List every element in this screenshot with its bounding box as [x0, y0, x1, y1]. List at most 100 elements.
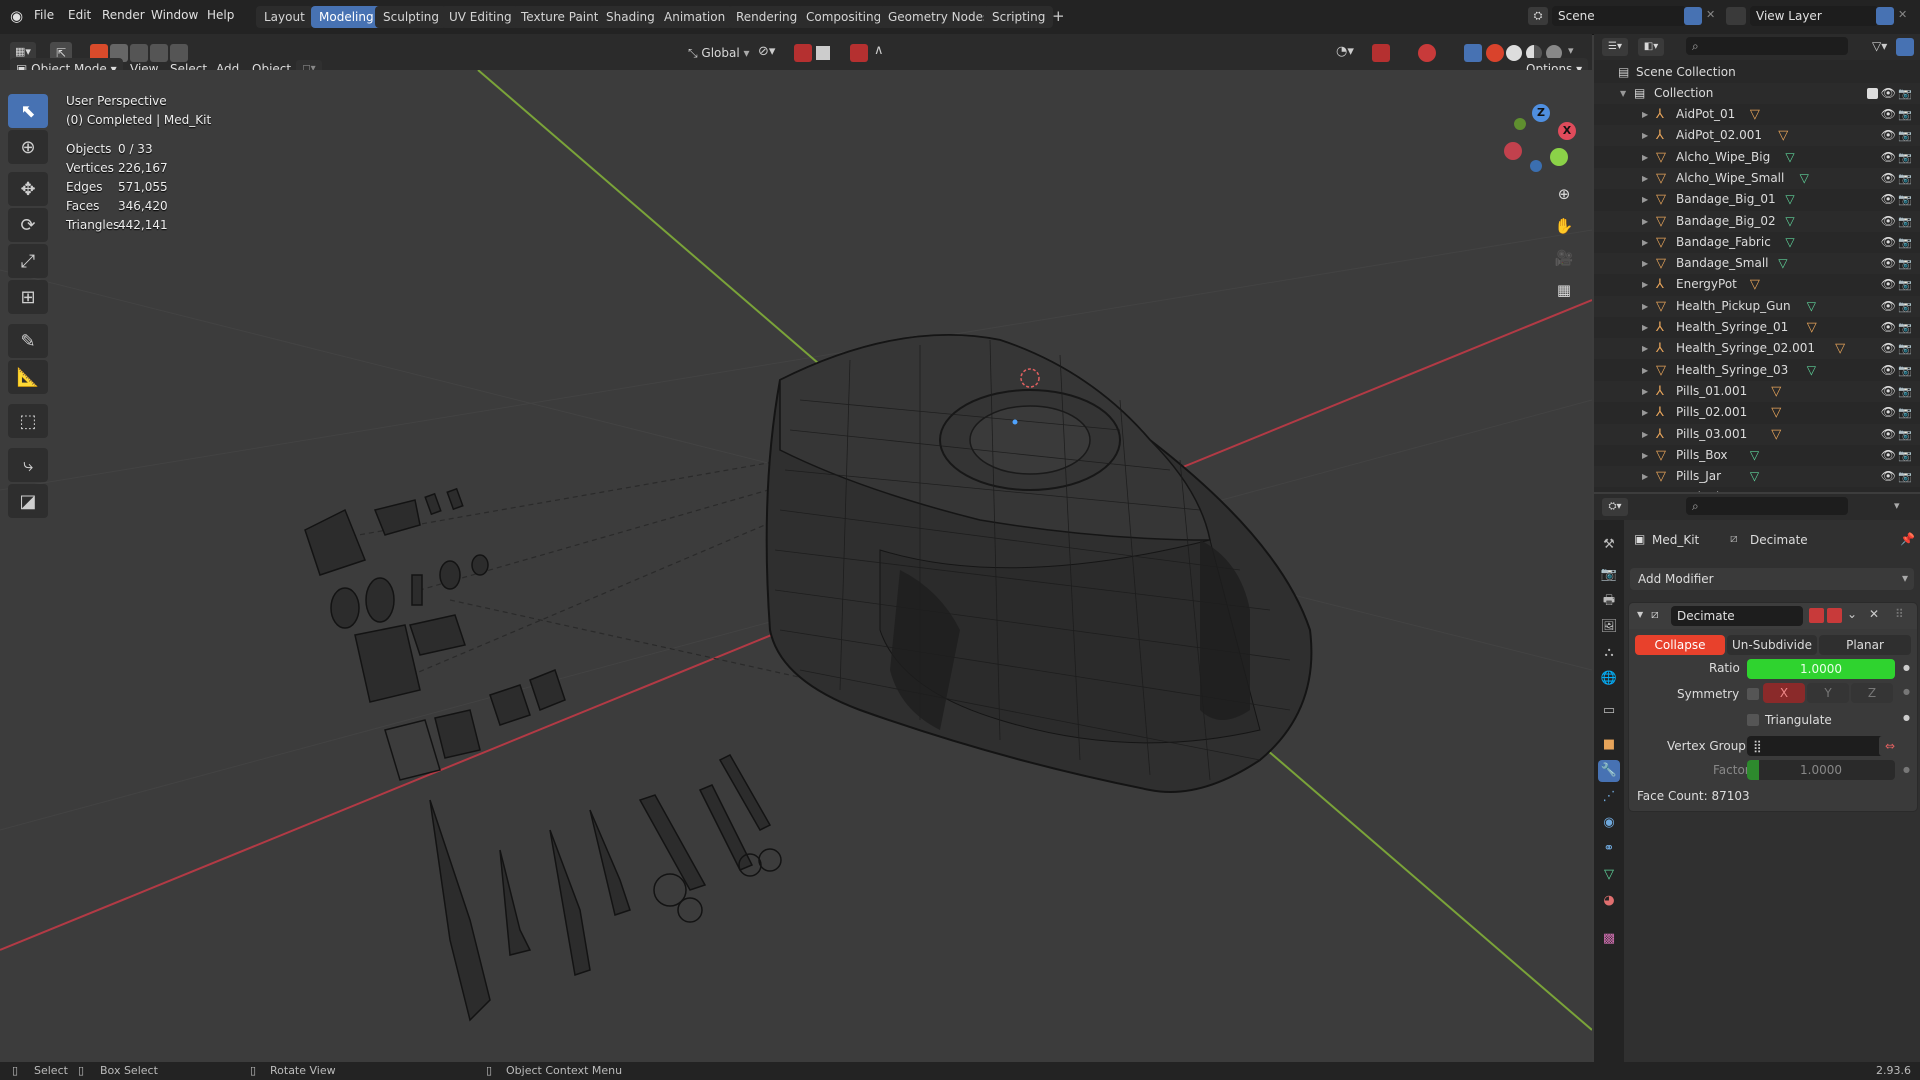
output-tab-icon[interactable]: 🖶 [1598, 590, 1620, 612]
tab-modeling[interactable]: Modeling [311, 6, 382, 28]
tab-layout[interactable]: Layout [256, 6, 313, 28]
outliner-item-row[interactable]: ▶ ▽ Health_Pickup_Gun ▽ 👁 📷 [1594, 295, 1920, 317]
invert-vertex-group-icon[interactable]: ⇔ [1879, 736, 1901, 756]
tab-geometry-nodes[interactable]: Geometry Nodes [880, 6, 998, 28]
tab-compositing[interactable]: Compositing [798, 6, 890, 28]
mode-collapse-button[interactable]: Collapse [1635, 635, 1725, 655]
menu-window[interactable]: Window [151, 8, 198, 22]
eye-icon[interactable]: 👁 [1881, 402, 1896, 423]
cursor-tool-icon[interactable]: ⊕ [8, 130, 48, 164]
expand-triangle-icon[interactable]: ▶ [1642, 232, 1648, 253]
outliner-item-row[interactable]: ▶ ⅄ EnergyPot ▽ 👁 📷 [1594, 274, 1920, 295]
particles-tab-icon[interactable]: ⋰ [1598, 786, 1620, 808]
physics-tab-icon[interactable]: ◉ [1598, 812, 1620, 834]
outliner-item-row[interactable]: ▶ ⅄ AidPot_01 ▽ 👁 📷 [1594, 104, 1920, 125]
expand-triangle-icon[interactable]: ▶ [1642, 104, 1648, 125]
modifier-name-input[interactable]: Decimate [1671, 606, 1803, 626]
outliner-item-row[interactable]: ▶ ⅄ Health_Syringe_01 ▽ 👁 📷 [1594, 317, 1920, 338]
keyframe-dot-icon[interactable]: ● [1903, 765, 1910, 774]
tab-scripting[interactable]: Scripting [984, 6, 1054, 28]
modifier-tab-icon[interactable]: 🔧 [1598, 760, 1620, 782]
mode-unsubdivide-button[interactable]: Un-Subdivide [1727, 635, 1817, 655]
collection-checkbox-icon[interactable] [1867, 88, 1878, 99]
outliner-item-row[interactable]: ▶ ▽ Alcho_Wipe_Small ▽ 👁 📷 [1594, 167, 1920, 189]
camera-icon[interactable]: 📷 [1898, 317, 1912, 338]
expand-triangle-icon[interactable]: ▶ [1642, 381, 1648, 402]
keyframe-dot-icon[interactable]: ● [1903, 663, 1910, 672]
shear-tool-icon[interactable]: ⤷ [8, 448, 48, 482]
measure-tool-icon[interactable]: 📐 [8, 360, 48, 394]
gizmo-neg-y-axis[interactable] [1514, 118, 1526, 130]
tool-tab-icon[interactable]: ⚒ [1598, 534, 1620, 556]
camera-icon[interactable]: 📷 [1898, 274, 1912, 295]
expand-triangle-icon[interactable]: ▶ [1642, 317, 1648, 338]
camera-icon[interactable]: 📷 [1898, 168, 1912, 189]
add-workspace-icon[interactable]: + [1052, 7, 1065, 25]
navigation-gizmo[interactable]: Z X [1500, 100, 1580, 180]
outliner-item-row[interactable]: ▶ ▽ Pills_Jar ▽ 👁 📷 [1594, 466, 1920, 488]
camera-icon[interactable]: 📷 [1898, 253, 1912, 274]
menu-help[interactable]: Help [207, 8, 234, 22]
display-mode-icon[interactable]: ◧▾ [1638, 38, 1664, 56]
eye-icon[interactable]: 👁 [1881, 360, 1896, 381]
factor-slider[interactable]: 1.0000 [1747, 760, 1895, 780]
outliner-item-row[interactable]: ▶ ▽ Health_Syringe_03 ▽ 👁 📷 [1594, 360, 1920, 381]
camera-icon[interactable]: 📷 [1898, 211, 1912, 232]
pin-icon[interactable]: 📌 [1900, 532, 1915, 546]
data-tab-icon[interactable]: ▽ [1598, 864, 1620, 886]
material-tab-icon[interactable]: ◕ [1598, 890, 1620, 912]
expand-triangle-icon[interactable]: ▶ [1642, 253, 1648, 274]
menu-render[interactable]: Render [102, 8, 145, 22]
camera-icon[interactable]: 📷 [1898, 402, 1912, 423]
outliner-item-row[interactable]: ▶ ▽ Bandage_Fabric ▽ 👁 📷 [1594, 232, 1920, 253]
properties-editor-type-icon[interactable]: ⛭▾ [1602, 498, 1628, 516]
tab-uv-editing[interactable]: UV Editing [441, 6, 520, 28]
expand-triangle-icon[interactable]: ▶ [1642, 424, 1648, 445]
eye-icon[interactable]: 👁 [1881, 211, 1896, 232]
new-scene-icon[interactable] [1684, 7, 1702, 25]
tab-texture-paint[interactable]: Texture Paint [513, 6, 607, 28]
transform-tool-icon[interactable]: ⊞ [8, 280, 48, 314]
3d-viewport[interactable]: User Perspective (0) Completed | Med_Kit… [0, 70, 1592, 1062]
outliner-item-row[interactable]: ▶ ⅄ Pills_03.001 ▽ 👁 📷 [1594, 423, 1920, 445]
expand-triangle-icon[interactable]: ▶ [1642, 168, 1648, 189]
scene-type-icon[interactable]: ⛭ [1528, 7, 1548, 25]
view-layer-tab-icon[interactable]: 🖼 [1598, 616, 1620, 638]
eye-icon[interactable]: 👁 [1881, 83, 1896, 104]
camera-icon[interactable]: 📷 [1898, 360, 1912, 381]
outliner-item-row[interactable]: ▶ ▽ Alcho_Wipe_Big ▽ 👁 📷 [1594, 147, 1920, 168]
annotate-tool-icon[interactable]: ✎ [8, 324, 48, 358]
outliner-item-row[interactable]: ▶ ▽ Scalpel ▽ 👁📷 [1594, 487, 1920, 492]
camera-icon[interactable]: 📷 [1898, 296, 1912, 317]
gizmo-y-axis[interactable] [1550, 148, 1568, 166]
tab-animation[interactable]: Animation [656, 6, 734, 28]
gizmo-z-axis[interactable]: Z [1532, 104, 1550, 122]
render-tab-icon[interactable]: 📷 [1598, 564, 1620, 586]
eye-icon[interactable]: 👁 [1881, 147, 1896, 168]
camera-icon[interactable]: 📷 [1898, 83, 1912, 104]
constraints-tab-icon[interactable]: ⚭ [1598, 838, 1620, 860]
scale-tool-icon[interactable]: ⤢ [8, 244, 48, 278]
symmetry-checkbox[interactable] [1747, 688, 1759, 700]
scene-field[interactable]: Scene [1552, 6, 1686, 26]
camera-icon[interactable]: 📷 [1898, 381, 1912, 402]
move-tool-icon[interactable]: ✥ [8, 172, 48, 206]
gizmo-neg-z-axis[interactable] [1530, 160, 1542, 172]
eye-icon[interactable]: 👁 [1881, 381, 1896, 402]
eye-icon[interactable]: 👁 [1881, 232, 1896, 253]
camera-icon[interactable]: 📷 [1898, 445, 1912, 466]
eye-icon[interactable]: 👁 [1881, 125, 1896, 146]
eye-icon[interactable]: 👁 [1881, 253, 1896, 274]
outliner-item-row[interactable]: ▶ ▽ Bandage_Big_01 ▽ 👁 📷 [1594, 189, 1920, 210]
tab-shading[interactable]: Shading [598, 6, 663, 28]
expand-triangle-icon[interactable]: ▶ [1642, 274, 1648, 295]
symmetry-axis-z-button[interactable]: Z [1851, 683, 1893, 703]
camera-icon[interactable]: 📷 [1898, 424, 1912, 445]
eye-icon[interactable]: 👁 [1881, 445, 1896, 466]
drag-handle-icon[interactable]: ⠿ [1895, 607, 1904, 621]
close-view-layer-icon[interactable]: ✕ [1898, 8, 1907, 21]
eye-icon[interactable]: 👁 [1881, 168, 1896, 189]
pan-hand-icon[interactable]: ✋ [1550, 212, 1578, 240]
mode-planar-button[interactable]: Planar [1819, 635, 1911, 655]
expand-triangle-icon[interactable]: ▶ [1642, 402, 1648, 423]
